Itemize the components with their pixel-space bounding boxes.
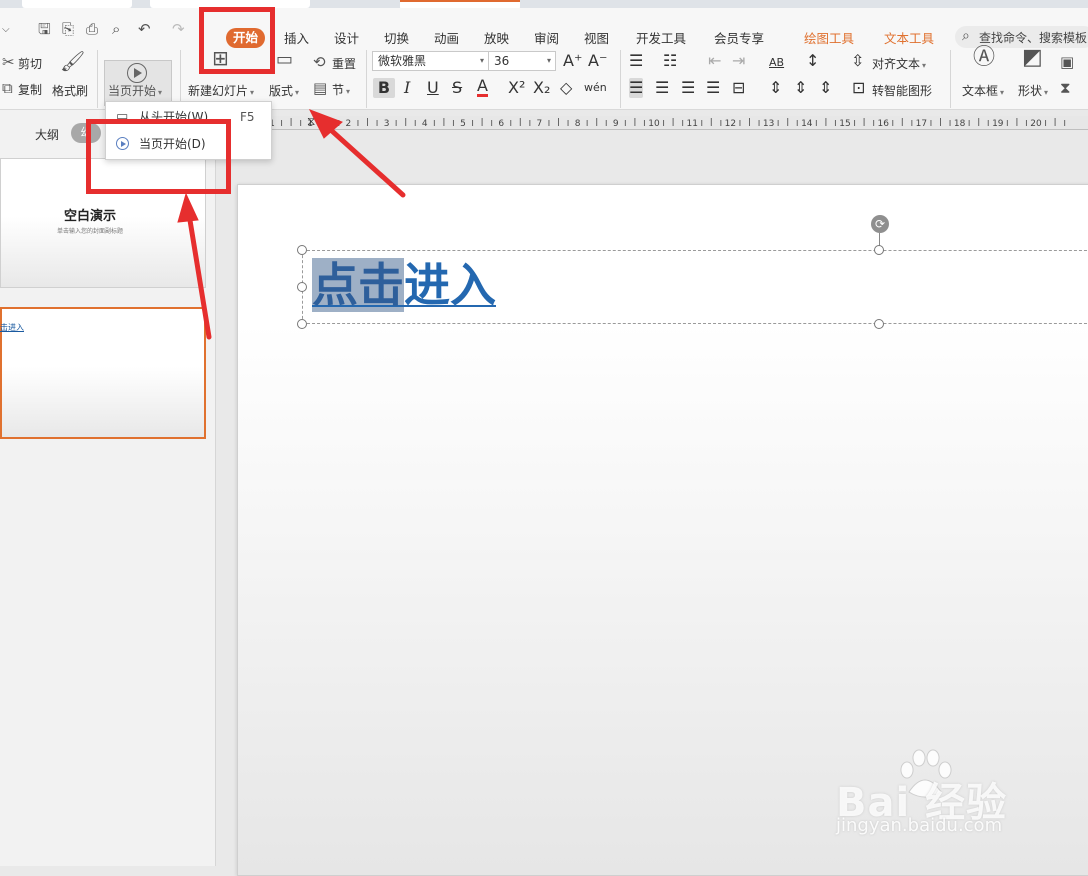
annotation-arrows — [177, 109, 406, 340]
annotation-arrow-line — [319, 119, 406, 198]
annotation-arrow-line — [185, 205, 212, 340]
annotation-arrow-head — [177, 192, 199, 223]
